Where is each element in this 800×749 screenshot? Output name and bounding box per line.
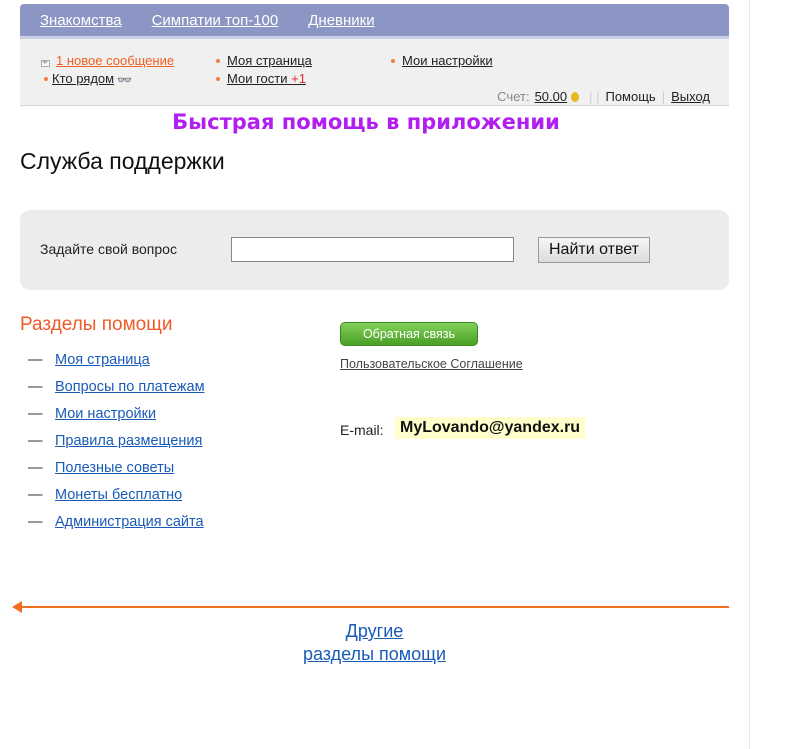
- my-guests-label: Мои гости: [227, 71, 288, 86]
- email-address: MyLovando@yandex.ru: [395, 417, 586, 439]
- help-sections-title: Разделы помощи: [20, 314, 173, 335]
- guests-count-badge: +1: [291, 71, 306, 86]
- other-sections-line2: разделы помощи: [302, 644, 447, 664]
- balance-link[interactable]: 50.00: [535, 89, 568, 104]
- dash: —: [28, 459, 43, 476]
- user-agreement-link[interactable]: Пользовательское Соглашение: [340, 357, 523, 371]
- help-link-payments[interactable]: Вопросы по платежам: [55, 379, 205, 395]
- divider: |: [661, 89, 666, 104]
- bullet-icon: [44, 77, 48, 81]
- email-label: E-mail:: [340, 422, 384, 438]
- bullet-icon: [216, 59, 220, 63]
- question-input[interactable]: [231, 237, 514, 262]
- help-link[interactable]: Помощь: [605, 89, 655, 104]
- list-item: — Мои настройки: [28, 400, 205, 427]
- feedback-button[interactable]: Обратная связь: [340, 322, 478, 346]
- dash: —: [28, 513, 43, 530]
- list-item: — Полезные советы: [28, 454, 205, 481]
- help-sections-list: — Моя страница — Вопросы по платежам — Мои …: [28, 346, 205, 535]
- quick-help-banner: Быстрая помощь в приложении: [172, 110, 560, 134]
- top-navigation: Знакомства Симпатии топ-100 Дневники: [20, 4, 729, 36]
- nav-top-100[interactable]: Симпатии топ-100: [152, 12, 279, 29]
- bullet-icon: [216, 77, 220, 81]
- help-link-tips[interactable]: Полезные советы: [55, 460, 174, 476]
- other-sections-line1: Другие: [345, 621, 404, 641]
- user-subbar: 1 новое сообщение Кто рядом 👓 Моя страни…: [20, 36, 729, 106]
- list-item: — Монеты бесплатно: [28, 481, 205, 508]
- list-item: — Вопросы по платежам: [28, 373, 205, 400]
- help-link-administration[interactable]: Администрация сайта: [55, 514, 204, 530]
- coin-icon: [571, 91, 580, 102]
- my-page-link[interactable]: Моя страница: [227, 53, 312, 68]
- divider: | |: [589, 89, 600, 104]
- bullet-icon: [391, 59, 395, 63]
- search-label: Задайте свой вопрос: [40, 241, 177, 257]
- account-bar: Счет: 50.00 | | Помощь | Выход: [497, 89, 710, 104]
- page-right-border: [749, 0, 750, 749]
- page-title: Служба поддержки: [20, 148, 225, 174]
- dash: —: [28, 432, 43, 449]
- dash: —: [28, 486, 43, 503]
- arrow-line: [20, 606, 729, 608]
- dash: —: [28, 351, 43, 368]
- help-link-free-coins[interactable]: Монеты бесплатно: [55, 487, 182, 503]
- dash: —: [28, 405, 43, 422]
- envelope-icon: [41, 60, 50, 67]
- logout-link[interactable]: Выход: [671, 89, 710, 104]
- my-guests-link[interactable]: Мои гости +1: [227, 71, 306, 86]
- my-settings-link[interactable]: Мои настройки: [402, 53, 493, 68]
- search-panel: Задайте свой вопрос Найти ответ: [20, 210, 729, 290]
- binoculars-icon: 👓: [117, 73, 132, 87]
- account-label: Счет:: [497, 89, 530, 104]
- arrow-left-icon: [12, 601, 22, 613]
- help-link-rules[interactable]: Правила размещения: [55, 433, 202, 449]
- list-item: — Правила размещения: [28, 427, 205, 454]
- list-item: — Администрация сайта: [28, 508, 205, 535]
- nav-diaries[interactable]: Дневники: [308, 12, 374, 29]
- new-message-link[interactable]: 1 новое сообщение: [56, 53, 174, 68]
- dash: —: [28, 378, 43, 395]
- help-link-settings[interactable]: Мои настройки: [55, 406, 156, 422]
- other-help-sections-link[interactable]: Другие разделы помощи: [0, 620, 749, 666]
- help-link-my-page[interactable]: Моя страница: [55, 352, 150, 368]
- nav-dating[interactable]: Знакомства: [40, 12, 122, 29]
- list-item: — Моя страница: [28, 346, 205, 373]
- nearby-link[interactable]: Кто рядом: [52, 71, 114, 86]
- find-answer-button[interactable]: Найти ответ: [538, 237, 650, 263]
